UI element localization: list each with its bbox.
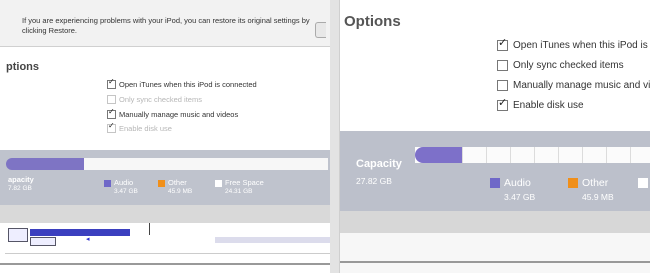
restore-info-box: If you are experiencing problems with yo… [0,0,330,47]
manual-manage-checkbox[interactable] [107,107,116,119]
right-options-screenshot: Options Open iTunes when this iPod is On… [339,0,650,273]
capacity-label: apacity [8,175,34,184]
option-disk-use[interactable]: Enable disk use [497,96,584,111]
capacity-bar [52,158,328,170]
divider [340,261,650,263]
horizontal-scrollbar[interactable] [340,211,650,233]
divider [0,263,330,265]
open-itunes-checkbox[interactable] [497,36,508,51]
other-size: 45.9 MB [582,192,614,202]
sync-checked-checkbox[interactable] [497,60,508,71]
other-label: Other [168,178,187,187]
disk-use-checkbox [107,121,116,133]
legend-free-space [638,177,650,189]
small-control-button[interactable] [30,237,56,246]
disk-use-label: Enable disk use [513,100,584,111]
progress-bar [30,229,130,236]
manual-manage-checkbox[interactable] [497,80,508,91]
sync-checked-label: Only sync checked items [119,95,202,104]
other-label: Other [582,177,609,189]
disk-use-checkbox[interactable] [497,96,508,111]
open-itunes-label: Open iTunes when this iPod is connected [119,80,257,89]
capacity-bar-audio-segment [6,158,84,170]
sync-checked-checkbox [107,95,116,104]
legend-audio: Audio 3.47 GB [104,178,138,195]
free-space-swatch [638,178,648,189]
capacity-bar-area: apacity 7.82 GB Audio 3.47 GB Other 45.9… [0,150,330,205]
view-toggle-button[interactable] [8,228,28,242]
screenshot-gap [330,0,339,273]
audio-label: Audio [114,178,134,187]
legend-other: Other 45.9 MB [158,178,192,195]
capacity-total: 7.82 GB [8,185,32,192]
manual-manage-label: Manually manage music and videos [119,110,239,119]
divider [149,223,150,235]
scroll-track[interactable] [215,237,330,243]
free-space-size: 24.31 GB [225,188,253,195]
capacity-label: Capacity [356,158,402,170]
option-open-itunes[interactable]: Open iTunes when this iPod is connected [107,77,257,89]
free-space-swatch [215,179,222,187]
other-swatch [158,179,165,187]
option-disk-use: Enable disk use [107,121,172,133]
capacity-total: 27.82 GB [356,176,392,186]
other-size: 45.9 MB [168,188,193,195]
left-options-screenshot: If you are experiencing problems with yo… [0,0,331,273]
restore-message: If you are experiencing problems with yo… [22,16,310,35]
restore-button-edge[interactable] [315,22,326,38]
free-space-label: Free Space [225,178,264,187]
left-arrow-icon[interactable]: ◂ [86,235,90,243]
audio-size: 3.47 GB [114,188,138,195]
horizontal-scrollbar[interactable] [0,205,330,223]
audio-swatch [104,179,111,187]
capacity-bar-area: Capacity 27.82 GB Audio 3.47 GB Other 45… [340,131,650,211]
options-title: ptions [6,61,39,73]
capacity-bar-audio-segment [415,147,462,163]
option-sync-checked: Only sync checked items [107,95,202,104]
legend-free-space: Free Space 24.31 GB [215,178,264,195]
audio-swatch [490,178,500,189]
option-open-itunes[interactable]: Open iTunes when this iPod is [497,36,648,51]
legend-other: Other 45.9 MB [568,177,614,202]
manual-manage-label: Manually manage music and vid [513,80,650,91]
sync-checked-label: Only sync checked items [513,60,624,71]
disk-use-label: Enable disk use [119,124,172,133]
option-manual-manage[interactable]: Manually manage music and vid [497,80,650,91]
legend-audio: Audio 3.47 GB [490,177,535,202]
other-swatch [568,178,578,189]
bottom-area [340,233,650,273]
bottom-controls: ◂ [0,223,330,273]
option-manual-manage[interactable]: Manually manage music and videos [107,107,239,119]
open-itunes-checkbox[interactable] [107,77,116,89]
options-title: Options [344,13,401,30]
open-itunes-label: Open iTunes when this iPod is [513,40,648,51]
divider [5,253,330,254]
audio-label: Audio [504,177,531,189]
option-sync-checked[interactable]: Only sync checked items [497,60,624,71]
audio-size: 3.47 GB [504,192,536,202]
